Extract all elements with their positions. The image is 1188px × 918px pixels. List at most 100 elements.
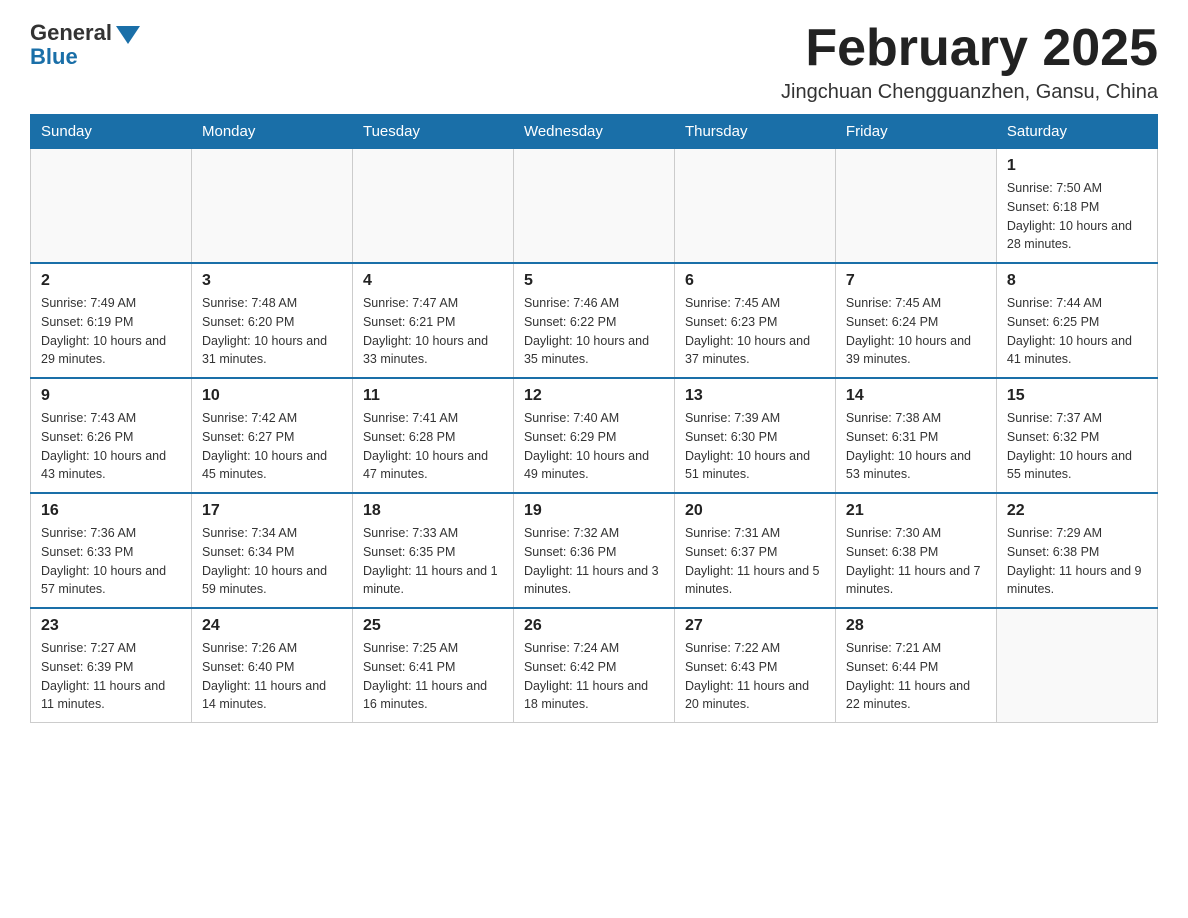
calendar-day-cell [191, 149, 352, 264]
calendar-day-cell: 22 Sunrise: 7:29 AMSunset: 6:38 PMDayligh… [996, 493, 1157, 608]
calendar-table: SundayMondayTuesdayWednesdayThursdayFrid… [30, 114, 1158, 723]
day-info: Sunrise: 7:34 AMSunset: 6:34 PMDaylight:… [202, 524, 342, 599]
calendar-day-cell: 21 Sunrise: 7:30 AMSunset: 6:38 PMDayligh… [835, 493, 996, 608]
day-number: 26 [524, 617, 664, 635]
day-info: Sunrise: 7:38 AMSunset: 6:31 PMDaylight:… [846, 409, 986, 484]
day-number: 2 [41, 272, 181, 290]
calendar-day-cell: 17Sunrise: 7:34 AMSunset: 6:34 PMDayligh… [191, 493, 352, 608]
logo-blue-text: Blue [30, 44, 78, 70]
day-number: 1 [1007, 157, 1147, 175]
day-number: 21 [846, 502, 986, 520]
calendar-week-row: 2 Sunrise: 7:49 AMSunset: 6:19 PMDaylight… [31, 263, 1158, 378]
day-number: 7 [846, 272, 986, 290]
calendar-day-cell [352, 149, 513, 264]
day-number: 8 [1007, 272, 1147, 290]
day-number: 28 [846, 617, 986, 635]
day-number: 16 [41, 502, 181, 520]
day-info: Sunrise: 7:24 AMSunset: 6:42 PMDaylight:… [524, 639, 664, 714]
calendar-day-cell: 4Sunrise: 7:47 AMSunset: 6:21 PMDaylight… [352, 263, 513, 378]
day-number: 25 [363, 617, 503, 635]
calendar-day-cell: 28 Sunrise: 7:21 AMSunset: 6:44 PMDayligh… [835, 608, 996, 723]
day-info: Sunrise: 7:45 AMSunset: 6:24 PMDaylight:… [846, 294, 986, 369]
day-info: Sunrise: 7:33 AMSunset: 6:35 PMDaylight:… [363, 524, 503, 599]
calendar-week-row: 1 Sunrise: 7:50 AMSunset: 6:18 PMDaylight… [31, 149, 1158, 264]
day-number: 23 [41, 617, 181, 635]
day-info: Sunrise: 7:41 AMSunset: 6:28 PMDaylight:… [363, 409, 503, 484]
day-info: Sunrise: 7:26 AMSunset: 6:40 PMDaylight:… [202, 639, 342, 714]
calendar-day-cell: 18 Sunrise: 7:33 AMSunset: 6:35 PMDayligh… [352, 493, 513, 608]
day-info: Sunrise: 7:30 AMSunset: 6:38 PMDaylight:… [846, 524, 986, 599]
calendar-day-cell: 13Sunrise: 7:39 AMSunset: 6:30 PMDayligh… [674, 378, 835, 493]
day-info: Sunrise: 7:25 AMSunset: 6:41 PMDaylight:… [363, 639, 503, 714]
day-info: Sunrise: 7:27 AMSunset: 6:39 PMDaylight:… [41, 639, 181, 714]
day-info: Sunrise: 7:39 AMSunset: 6:30 PMDaylight:… [685, 409, 825, 484]
calendar-day-cell: 25 Sunrise: 7:25 AMSunset: 6:41 PMDayligh… [352, 608, 513, 723]
logo-general-text: General [30, 20, 112, 46]
day-number: 18 [363, 502, 503, 520]
calendar-week-row: 16 Sunrise: 7:36 AMSunset: 6:33 PMDayligh… [31, 493, 1158, 608]
calendar-day-cell: 2 Sunrise: 7:49 AMSunset: 6:19 PMDaylight… [31, 263, 192, 378]
calendar-day-cell: 6 Sunrise: 7:45 AMSunset: 6:23 PMDaylight… [674, 263, 835, 378]
calendar-day-cell: 19Sunrise: 7:32 AMSunset: 6:36 PMDayligh… [513, 493, 674, 608]
day-number: 20 [685, 502, 825, 520]
day-info: Sunrise: 7:44 AMSunset: 6:25 PMDaylight:… [1007, 294, 1147, 369]
month-title: February 2025 [781, 20, 1158, 77]
calendar-day-cell [674, 149, 835, 264]
day-of-week-header: Tuesday [352, 115, 513, 149]
day-info: Sunrise: 7:45 AMSunset: 6:23 PMDaylight:… [685, 294, 825, 369]
day-of-week-header: Thursday [674, 115, 835, 149]
calendar-day-cell [996, 608, 1157, 723]
day-number: 15 [1007, 387, 1147, 405]
day-number: 14 [846, 387, 986, 405]
day-of-week-header: Sunday [31, 115, 192, 149]
title-section: February 2025 Jingchuan Chengguanzhen, G… [781, 20, 1158, 104]
calendar-day-cell: 27 Sunrise: 7:22 AMSunset: 6:43 PMDayligh… [674, 608, 835, 723]
day-number: 24 [202, 617, 342, 635]
calendar-day-cell: 12Sunrise: 7:40 AMSunset: 6:29 PMDayligh… [513, 378, 674, 493]
calendar-day-cell: 23 Sunrise: 7:27 AMSunset: 6:39 PMDayligh… [31, 608, 192, 723]
day-of-week-header: Friday [835, 115, 996, 149]
logo-triangle-icon [116, 26, 140, 44]
day-info: Sunrise: 7:42 AMSunset: 6:27 PMDaylight:… [202, 409, 342, 484]
day-info: Sunrise: 7:40 AMSunset: 6:29 PMDaylight:… [524, 409, 664, 484]
day-info: Sunrise: 7:22 AMSunset: 6:43 PMDaylight:… [685, 639, 825, 714]
day-info: Sunrise: 7:46 AMSunset: 6:22 PMDaylight:… [524, 294, 664, 369]
day-info: Sunrise: 7:32 AMSunset: 6:36 PMDaylight:… [524, 524, 664, 599]
day-info: Sunrise: 7:50 AMSunset: 6:18 PMDaylight:… [1007, 179, 1147, 254]
day-number: 27 [685, 617, 825, 635]
logo: General Blue [30, 20, 140, 70]
day-number: 5 [524, 272, 664, 290]
calendar-week-row: 9Sunrise: 7:43 AMSunset: 6:26 PMDaylight… [31, 378, 1158, 493]
calendar-day-cell: 1 Sunrise: 7:50 AMSunset: 6:18 PMDaylight… [996, 149, 1157, 264]
calendar-day-cell: 16 Sunrise: 7:36 AMSunset: 6:33 PMDayligh… [31, 493, 192, 608]
calendar-day-cell: 10 Sunrise: 7:42 AMSunset: 6:27 PMDayligh… [191, 378, 352, 493]
day-info: Sunrise: 7:21 AMSunset: 6:44 PMDaylight:… [846, 639, 986, 714]
calendar-week-row: 23 Sunrise: 7:27 AMSunset: 6:39 PMDayligh… [31, 608, 1158, 723]
calendar-day-cell: 9Sunrise: 7:43 AMSunset: 6:26 PMDaylight… [31, 378, 192, 493]
day-of-week-header: Monday [191, 115, 352, 149]
day-info: Sunrise: 7:37 AMSunset: 6:32 PMDaylight:… [1007, 409, 1147, 484]
calendar-day-cell: 11Sunrise: 7:41 AMSunset: 6:28 PMDayligh… [352, 378, 513, 493]
day-info: Sunrise: 7:36 AMSunset: 6:33 PMDaylight:… [41, 524, 181, 599]
day-number: 3 [202, 272, 342, 290]
calendar-day-cell: 14 Sunrise: 7:38 AMSunset: 6:31 PMDayligh… [835, 378, 996, 493]
calendar-day-cell [31, 149, 192, 264]
calendar-day-cell: 5 Sunrise: 7:46 AMSunset: 6:22 PMDaylight… [513, 263, 674, 378]
day-of-week-header: Wednesday [513, 115, 674, 149]
calendar-day-cell [513, 149, 674, 264]
calendar-day-cell [835, 149, 996, 264]
calendar-day-cell: 24 Sunrise: 7:26 AMSunset: 6:40 PMDayligh… [191, 608, 352, 723]
day-info: Sunrise: 7:49 AMSunset: 6:19 PMDaylight:… [41, 294, 181, 369]
day-info: Sunrise: 7:43 AMSunset: 6:26 PMDaylight:… [41, 409, 181, 484]
calendar-day-cell: 15 Sunrise: 7:37 AMSunset: 6:32 PMDayligh… [996, 378, 1157, 493]
day-number: 6 [685, 272, 825, 290]
day-number: 22 [1007, 502, 1147, 520]
calendar-day-cell: 26 Sunrise: 7:24 AMSunset: 6:42 PMDayligh… [513, 608, 674, 723]
day-info: Sunrise: 7:48 AMSunset: 6:20 PMDaylight:… [202, 294, 342, 369]
day-info: Sunrise: 7:47 AMSunset: 6:21 PMDaylight:… [363, 294, 503, 369]
calendar-day-cell: 8 Sunrise: 7:44 AMSunset: 6:25 PMDaylight… [996, 263, 1157, 378]
day-number: 10 [202, 387, 342, 405]
calendar-header-row: SundayMondayTuesdayWednesdayThursdayFrid… [31, 115, 1158, 149]
day-info: Sunrise: 7:29 AMSunset: 6:38 PMDaylight:… [1007, 524, 1147, 599]
calendar-day-cell: 3 Sunrise: 7:48 AMSunset: 6:20 PMDaylight… [191, 263, 352, 378]
